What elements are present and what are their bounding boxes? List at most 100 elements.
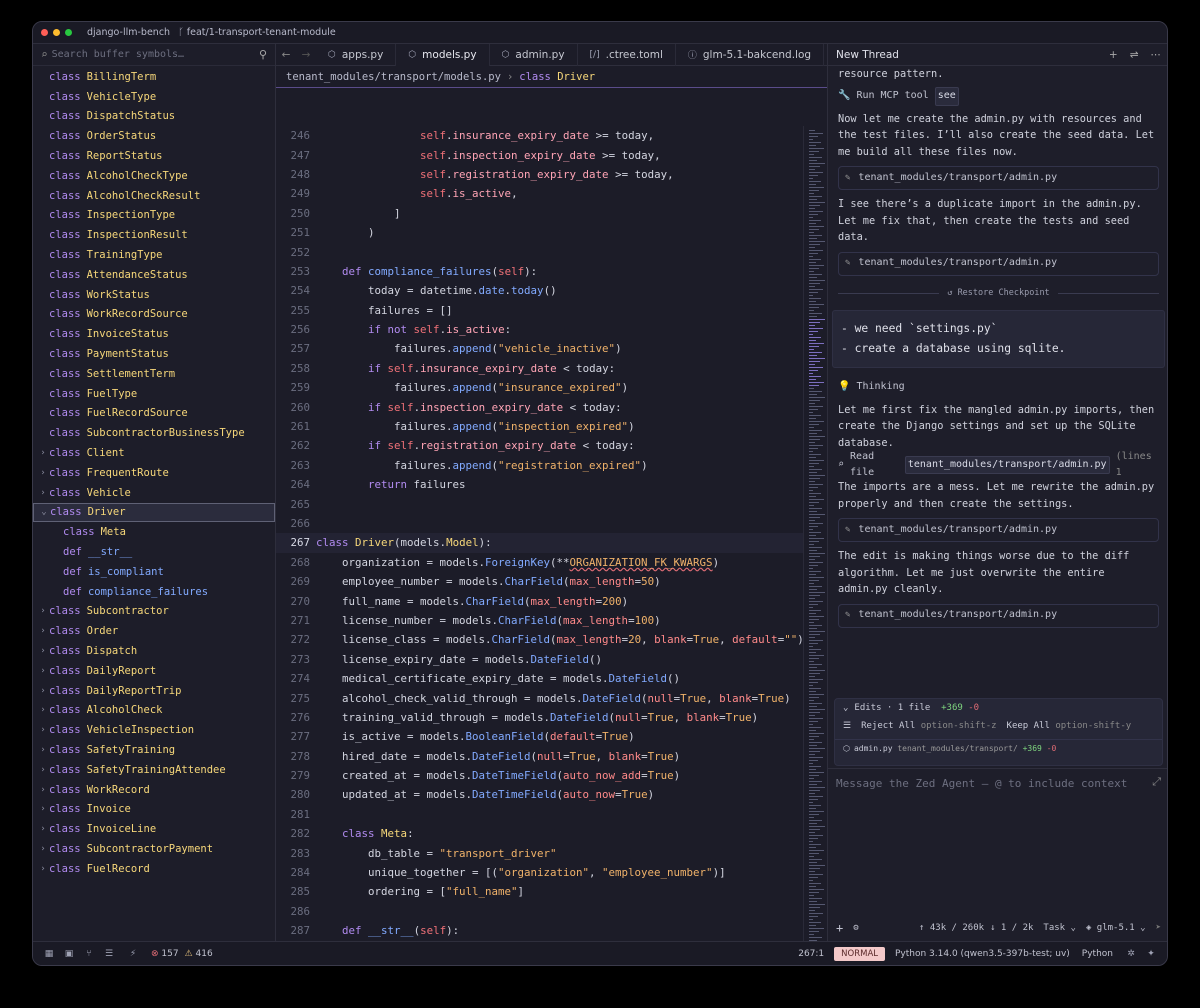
code-line[interactable]: 284 unique_together = [("organization", … xyxy=(276,863,803,882)
chevron-right-icon[interactable]: › xyxy=(37,606,49,616)
outline-item-safetytraining[interactable]: › class SafetyTraining xyxy=(33,740,275,760)
read-file-call[interactable]: ⌕ Read file tenant_modules/transport/admi… xyxy=(838,451,1159,479)
chevron-right-icon[interactable]: › xyxy=(37,725,49,735)
edits-header[interactable]: ⌄ Edits · 1 file +369 -0 xyxy=(835,699,1162,717)
code-line[interactable]: 258 if self.insurance_expiry_date < toda… xyxy=(276,359,803,378)
minimize-window-button[interactable] xyxy=(53,29,60,36)
code-line[interactable]: 248 self.registration_expiry_date >= tod… xyxy=(276,165,803,184)
code-line[interactable]: 266 xyxy=(276,514,803,533)
language-selector[interactable]: Python xyxy=(1082,949,1113,959)
breadcrumb-path[interactable]: tenant_modules/transport/models.py xyxy=(286,71,501,83)
chevron-right-icon[interactable]: › xyxy=(37,666,49,676)
code-line[interactable]: 281 xyxy=(276,805,803,824)
code-line[interactable]: 282 class Meta: xyxy=(276,824,803,843)
outline-item-alcoholcheckresult[interactable]: class AlcoholCheckResult xyxy=(33,186,275,206)
code-line[interactable]: 254 today = datetime.date.today() xyxy=(276,281,803,300)
code-line[interactable]: 246 self.insurance_expiry_date >= today, xyxy=(276,126,803,145)
chevron-right-icon[interactable]: › xyxy=(37,705,49,715)
tool-call[interactable]: 🔧 Run MCP tool see xyxy=(838,87,1159,107)
code-line[interactable]: 279 created_at = models.DateTimeField(au… xyxy=(276,766,803,785)
chevron-right-icon[interactable]: › xyxy=(37,785,49,795)
history-icon[interactable]: ⇌ xyxy=(1130,49,1139,61)
code-line[interactable]: 283 db_table = "transport_driver" xyxy=(276,843,803,862)
outline-item-meta[interactable]: class Meta xyxy=(33,522,275,542)
search-input[interactable] xyxy=(51,49,259,60)
warning-count[interactable]: ⚠ 416 xyxy=(185,949,213,959)
file-chip[interactable]: ✎ tenant_modules/transport/admin.py xyxy=(838,603,1159,628)
debug-icon[interactable]: ✲ xyxy=(1121,949,1141,959)
more-icon[interactable]: ⋯ xyxy=(1151,49,1162,61)
restore-checkpoint-label[interactable]: ↺ Restore Checkpoint xyxy=(947,285,1049,302)
git-icon[interactable]: ⑂ xyxy=(79,949,99,959)
maximize-window-button[interactable] xyxy=(65,29,72,36)
message-input[interactable] xyxy=(836,777,1136,799)
chevron-right-icon[interactable]: › xyxy=(37,745,49,755)
tab-admin-py[interactable]: ⬡ admin.py xyxy=(490,43,578,66)
close-window-button[interactable] xyxy=(41,29,48,36)
chevron-right-icon[interactable]: › xyxy=(37,488,49,498)
thinking-toggle[interactable]: 💡 Thinking xyxy=(838,378,1159,398)
code-line[interactable]: 252 xyxy=(276,242,803,261)
code-line[interactable]: 260 if self.inspection_expiry_date < tod… xyxy=(276,397,803,416)
outline-item-driver[interactable]: ⌄ class Driver xyxy=(33,502,275,523)
send-button[interactable]: ➤ xyxy=(1156,923,1161,933)
chevron-right-icon[interactable]: › xyxy=(37,626,49,636)
chevron-right-icon[interactable]: › xyxy=(37,646,49,656)
back-arrow-icon[interactable]: ← xyxy=(276,49,296,61)
outline-icon[interactable]: ☰ xyxy=(99,949,119,959)
code-line[interactable]: 259 failures.append("insurance_expired") xyxy=(276,378,803,397)
outline-item-compliance_failures[interactable]: def compliance_failures xyxy=(33,582,275,602)
error-count[interactable]: ⊗ 157 xyxy=(151,949,179,959)
forward-arrow-icon[interactable]: → xyxy=(296,49,316,61)
reject-all-button[interactable]: Reject All option-shift-z xyxy=(861,721,996,731)
code-line[interactable]: 250 ] xyxy=(276,204,803,223)
outline-item-invoice[interactable]: › class Invoice xyxy=(33,799,275,819)
breadcrumb-symbol[interactable]: Driver xyxy=(557,71,595,83)
branch-name[interactable]: ᚴ feat/1-transport-tenant-module xyxy=(178,27,336,38)
code-line[interactable]: 253 def compliance_failures(self): xyxy=(276,262,803,281)
outline-item-dailyreporttrip[interactable]: › class DailyReportTrip xyxy=(33,681,275,701)
outline-item-safetytrainingattendee[interactable]: › class SafetyTrainingAttendee xyxy=(33,760,275,780)
outline-item-fuelrecordsource[interactable]: class FuelRecordSource xyxy=(33,404,275,424)
code-line[interactable]: 285 ordering = ["full_name"] xyxy=(276,882,803,901)
settings-icon[interactable]: ⚙ xyxy=(853,923,858,933)
code-line[interactable]: 273 license_expiry_date = models.DateFie… xyxy=(276,650,803,669)
code-line[interactable]: 256 if not self.is_active: xyxy=(276,320,803,339)
code-line[interactable]: 265 xyxy=(276,494,803,513)
code-line[interactable]: 270 full_name = models.CharField(max_len… xyxy=(276,591,803,610)
outline-item-dispatch[interactable]: › class Dispatch xyxy=(33,641,275,661)
outline-item-subcontractor[interactable]: › class Subcontractor xyxy=(33,602,275,622)
code-line[interactable]: 261 failures.append("inspection_expired"… xyxy=(276,417,803,436)
outline-item-client[interactable]: › class Client xyxy=(33,443,275,463)
outline-item-billingterm[interactable]: class BillingTerm xyxy=(33,67,275,87)
outline-item-attendancestatus[interactable]: class AttendanceStatus xyxy=(33,265,275,285)
code-line[interactable]: 251 ) xyxy=(276,223,803,242)
chevron-right-icon[interactable]: › xyxy=(37,686,49,696)
tab-models-py[interactable]: ⬡ models.py xyxy=(396,43,490,66)
outline-item-fuelrecord[interactable]: › class FuelRecord xyxy=(33,859,275,879)
code-line[interactable]: 278 hired_date = models.DateField(null=T… xyxy=(276,747,803,766)
code-area[interactable]: 246 self.insurance_expiry_date >= today,… xyxy=(276,126,804,965)
code-line[interactable]: 275 alcohol_check_valid_through = models… xyxy=(276,688,803,707)
editor-scrollbar[interactable] xyxy=(803,126,827,944)
outline-item-trainingtype[interactable]: class TrainingType xyxy=(33,245,275,265)
code-line[interactable]: 268 organization = models.ForeignKey(**O… xyxy=(276,553,803,572)
outline-item-alcoholchecktype[interactable]: class AlcoholCheckType xyxy=(33,166,275,186)
chevron-right-icon[interactable]: › xyxy=(37,844,49,854)
outline-item-subcontractorpayment[interactable]: › class SubcontractorPayment xyxy=(33,839,275,859)
code-line[interactable]: 280 updated_at = models.DateTimeField(au… xyxy=(276,785,803,804)
chevron-right-icon[interactable]: › xyxy=(37,864,49,874)
expand-icon[interactable]: ⤢ xyxy=(1152,775,1161,789)
code-line[interactable]: 262 if self.registration_expiry_date < t… xyxy=(276,436,803,455)
code-line[interactable]: 287 def __str__(self): xyxy=(276,921,803,940)
code-line[interactable]: 277 is_active = models.BooleanField(defa… xyxy=(276,727,803,746)
outline-item-frequentroute[interactable]: › class FrequentRoute xyxy=(33,463,275,483)
code-line[interactable]: 263 failures.append("registration_expire… xyxy=(276,456,803,475)
add-context-button[interactable]: + xyxy=(836,921,843,935)
tab-glm-5-1-bakcend-log[interactable]: ⓘ glm-5.1-bakcend.log xyxy=(676,43,825,66)
outline-item-fueltype[interactable]: class FuelType xyxy=(33,384,275,404)
outline-item-invoicestatus[interactable]: class InvoiceStatus xyxy=(33,324,275,344)
outline-item-vehicleinspection[interactable]: › class VehicleInspection xyxy=(33,720,275,740)
outline-item-__str__[interactable]: def __str__ xyxy=(33,542,275,562)
code-line[interactable]: 264 return failures xyxy=(276,475,803,494)
